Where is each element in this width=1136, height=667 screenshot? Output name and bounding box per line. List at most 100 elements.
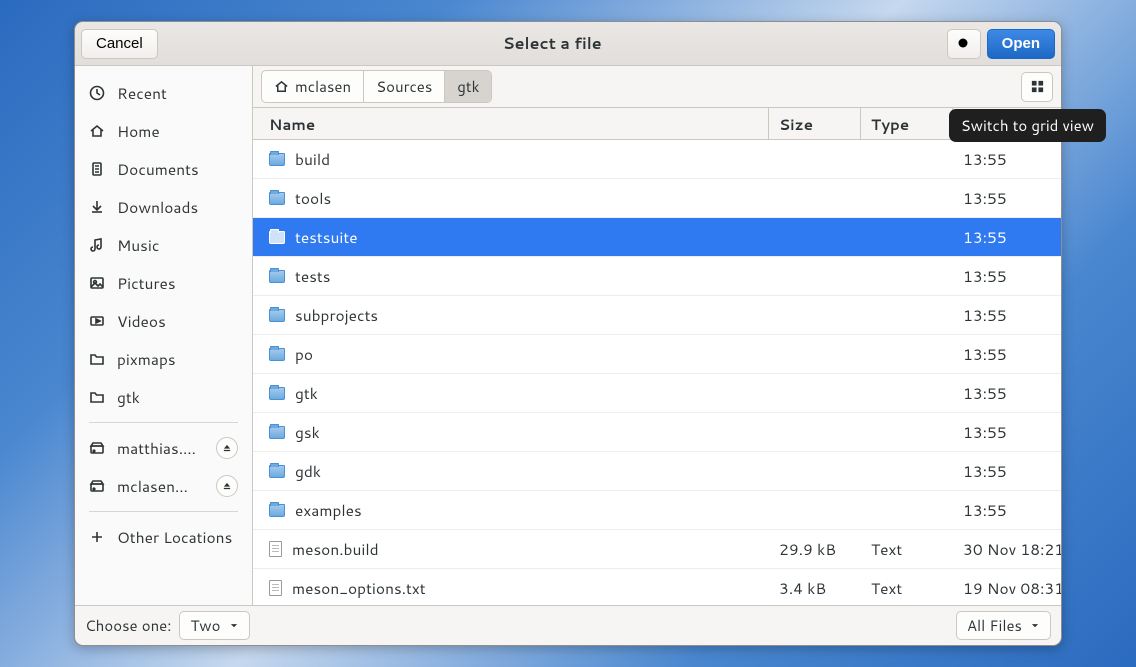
- file-name: gtk: [295, 382, 318, 404]
- sidebar-drive[interactable]: mclasen…: [75, 467, 252, 505]
- file-row[interactable]: meson_options.txt3.4 kBText19 Nov 08:31: [253, 569, 1061, 605]
- file-row[interactable]: build 13:55: [253, 140, 1061, 179]
- sidebar-item-pictures[interactable]: Pictures: [75, 264, 252, 302]
- file-row[interactable]: meson.build29.9 kBText30 Nov 18:21: [253, 530, 1061, 569]
- file-name: subprojects: [295, 304, 378, 326]
- folder-icon: [89, 389, 105, 405]
- dialog-title: Select a file: [158, 32, 947, 55]
- sidebar-item-pixmaps[interactable]: pixmaps: [75, 340, 252, 378]
- folder-icon: [269, 270, 285, 283]
- path-segment[interactable]: mclasen: [262, 71, 364, 102]
- sidebar-other-locations[interactable]: Other Locations: [75, 518, 252, 556]
- sidebar-item-label: Documents: [117, 158, 238, 180]
- file-list[interactable]: build13:55tools13:55testsuite13:55tests1…: [253, 140, 1061, 605]
- file-row[interactable]: gtk13:55: [253, 374, 1061, 413]
- choose-label: Choose one:: [85, 615, 171, 636]
- pathbar-row: mclasenSourcesgtk Switch to grid view: [253, 66, 1061, 108]
- filter-combobox[interactable]: All Files: [956, 611, 1051, 640]
- folder-icon: [269, 426, 285, 439]
- file-modified: 13:55: [953, 343, 1061, 365]
- documents-icon: [89, 161, 105, 177]
- sidebar-item-music[interactable]: Music: [75, 226, 252, 264]
- file-modified: 19 Nov 08:31: [953, 577, 1061, 599]
- file-name: gsk: [295, 421, 320, 443]
- folder-icon: [269, 192, 285, 205]
- sidebar-item-gtk[interactable]: gtk: [75, 378, 252, 416]
- file-modified: 13:55: [953, 187, 1061, 209]
- sidebar-item-label: Home: [117, 120, 238, 142]
- path-segment[interactable]: Sources: [364, 71, 445, 102]
- grid-icon: [1030, 79, 1045, 94]
- column-headers: Name Size Type: [253, 108, 1061, 140]
- plus-icon: [89, 529, 105, 545]
- eject-button[interactable]: [216, 475, 238, 497]
- pathbar: mclasenSourcesgtk: [261, 70, 492, 103]
- file-browser: mclasenSourcesgtk Switch to grid view Na…: [253, 66, 1061, 605]
- pictures-icon: [89, 275, 105, 291]
- file-row[interactable]: examples13:55: [253, 491, 1061, 530]
- file-row[interactable]: tools 13:55: [253, 179, 1061, 218]
- sidebar-item-videos[interactable]: Videos: [75, 302, 252, 340]
- sidebar-drive[interactable]: matthias.…: [75, 429, 252, 467]
- home-icon: [89, 123, 105, 139]
- file-row[interactable]: gsk13:55: [253, 413, 1061, 452]
- sidebar-item-documents[interactable]: Documents: [75, 150, 252, 188]
- file-icon: [269, 541, 282, 557]
- column-header-name[interactable]: Name: [253, 108, 769, 139]
- caret-down-icon: [229, 621, 239, 631]
- recent-icon: [89, 85, 105, 101]
- folder-icon: [269, 231, 285, 244]
- folder-icon: [269, 387, 285, 400]
- sidebar-item-downloads[interactable]: Downloads: [75, 188, 252, 226]
- file-name: tools: [295, 187, 331, 209]
- drive-icon: [89, 478, 105, 494]
- folder-icon: [269, 504, 285, 517]
- file-name: tests: [295, 265, 330, 287]
- places-sidebar: Recent Home Documents Downloads Music Picture…: [75, 66, 253, 605]
- search-button[interactable]: [947, 29, 981, 59]
- file-size: 3.4 kB: [769, 577, 861, 599]
- sidebar-item-recent[interactable]: Recent: [75, 74, 252, 112]
- cancel-button[interactable]: Cancel: [81, 29, 158, 59]
- file-row[interactable]: subprojects 13:55: [253, 296, 1061, 335]
- caret-down-icon: [1030, 621, 1040, 631]
- file-name: meson.build: [292, 538, 379, 560]
- file-row[interactable]: gdk13:55: [253, 452, 1061, 491]
- choose-combobox[interactable]: Two: [179, 611, 249, 640]
- file-chooser-dialog: Cancel Select a file Open Recent Home Docu…: [74, 21, 1062, 646]
- file-name: build: [295, 148, 330, 170]
- titlebar: Cancel Select a file Open: [75, 22, 1061, 66]
- column-header-size[interactable]: Size: [769, 108, 861, 139]
- file-name: po: [295, 343, 313, 365]
- column-header-type[interactable]: Type: [861, 108, 953, 139]
- sidebar-separator: [89, 422, 238, 423]
- sidebar-item-label: Other Locations: [117, 526, 238, 548]
- sidebar-item-label: Downloads: [117, 196, 238, 218]
- footer-bar: Choose one: Two All Files: [75, 605, 1061, 645]
- sidebar-item-label: Recent: [117, 82, 238, 104]
- eject-icon: [222, 481, 232, 491]
- file-modified: 13:55: [953, 226, 1061, 248]
- view-toggle-button[interactable]: Switch to grid view: [1021, 72, 1053, 102]
- home-icon: [274, 79, 289, 94]
- folder-icon: [269, 309, 285, 322]
- sidebar-item-home[interactable]: Home: [75, 112, 252, 150]
- file-row[interactable]: po 13:55: [253, 335, 1061, 374]
- file-row[interactable]: tests 13:55: [253, 257, 1061, 296]
- file-modified: 13:55: [953, 148, 1061, 170]
- tooltip: Switch to grid view: [949, 109, 1106, 142]
- file-row[interactable]: testsuite13:55: [253, 218, 1061, 257]
- sidebar-item-label: Videos: [117, 310, 238, 332]
- eject-button[interactable]: [216, 437, 238, 459]
- file-size: 29.9 kB: [769, 538, 861, 560]
- folder-icon: [89, 351, 105, 367]
- folder-icon: [269, 348, 285, 361]
- eject-icon: [222, 443, 232, 453]
- folder-icon: [269, 153, 285, 166]
- sidebar-item-label: Music: [117, 234, 238, 256]
- file-modified: 13:55: [953, 265, 1061, 287]
- path-segment[interactable]: gtk: [445, 71, 491, 102]
- search-icon: [956, 36, 972, 52]
- file-modified: 13:55: [953, 304, 1061, 326]
- open-button[interactable]: Open: [987, 29, 1055, 59]
